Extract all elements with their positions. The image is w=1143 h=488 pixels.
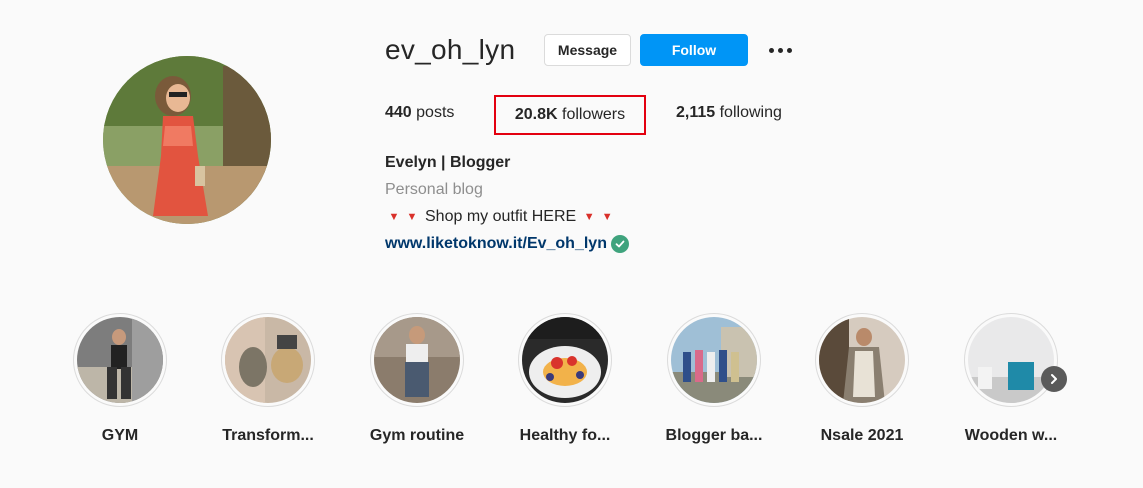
highlight-transform[interactable]: Transform... xyxy=(193,313,343,445)
highlight-ring xyxy=(815,313,909,407)
highlight-label: Healthy fo... xyxy=(519,427,611,444)
verified-badge-icon xyxy=(610,235,629,253)
highlight-cover xyxy=(225,317,311,403)
highlight-ring xyxy=(518,313,612,407)
followers-count: 20.8K xyxy=(514,106,558,123)
following-label: following xyxy=(719,104,782,121)
highlight-ring xyxy=(370,313,464,407)
highlight-label: GYM xyxy=(101,427,139,444)
following-count: 2,115 xyxy=(676,104,716,121)
profile-page: ev_oh_lyn Message Follow 440 posts 20.8K… xyxy=(0,0,1143,488)
more-dot xyxy=(786,47,792,53)
follow-button[interactable]: Follow xyxy=(640,34,748,66)
following-stat[interactable]: 2,115 following xyxy=(676,104,782,122)
highlight-label: Transform... xyxy=(222,427,314,444)
highlight-ring xyxy=(221,313,315,407)
chevron-right-icon[interactable] xyxy=(1041,366,1067,392)
highlight-cover xyxy=(819,317,905,403)
highlight-cover xyxy=(77,317,163,403)
highlight-nsale-2021[interactable]: Nsale 2021 xyxy=(787,313,937,445)
red-triangle-icon: ▼ xyxy=(601,211,613,223)
red-triangle-icon: ▼ xyxy=(583,211,595,223)
highlight-cover xyxy=(522,317,608,403)
red-triangle-icon: ▼ xyxy=(388,211,400,223)
red-triangle-icon: ▼ xyxy=(406,211,418,223)
highlight-ring xyxy=(73,313,167,407)
more-dot xyxy=(768,47,774,53)
posts-label: posts xyxy=(416,104,455,121)
highlight-label: Nsale 2021 xyxy=(820,427,904,444)
posts-stat: 440 posts xyxy=(385,104,454,122)
followers-label: followers xyxy=(562,106,626,123)
avatar-photo xyxy=(103,56,271,224)
posts-count: 440 xyxy=(385,104,412,121)
more-dot xyxy=(777,47,783,53)
highlight-ring xyxy=(667,313,761,407)
more-options-icon[interactable] xyxy=(764,38,796,62)
highlight-cover xyxy=(671,317,757,403)
highlight-blogger[interactable]: Blogger ba... xyxy=(639,313,789,445)
highlight-cover xyxy=(968,317,1054,403)
bio-category: Personal blog xyxy=(385,181,483,198)
bio-name: Evelyn | Blogger xyxy=(385,154,511,171)
message-button[interactable]: Message xyxy=(544,34,631,66)
profile-avatar[interactable] xyxy=(103,56,271,224)
profile-username: ev_oh_lyn xyxy=(385,34,516,65)
bio-text-line: ▼ ▼ Shop my outfit HERE ▼ ▼ xyxy=(385,208,616,226)
bio-text: Shop my outfit HERE xyxy=(425,208,577,225)
highlight-label: Gym routine xyxy=(369,427,465,444)
highlight-label: Blogger ba... xyxy=(665,427,763,444)
highlight-label: Wooden w... xyxy=(964,427,1058,444)
bio-link-text: www.liketoknow.it/Ev_oh_lyn xyxy=(385,235,607,252)
highlight-gym-routine[interactable]: Gym routine xyxy=(342,313,492,445)
highlight-cover xyxy=(374,317,460,403)
highlight-gym[interactable]: GYM xyxy=(45,313,195,445)
highlight-healthy-food[interactable]: Healthy fo... xyxy=(490,313,640,445)
bio-link[interactable]: www.liketoknow.it/Ev_oh_lyn xyxy=(385,235,629,253)
followers-stat[interactable]: 20.8K followers xyxy=(494,95,646,135)
highlight-ring xyxy=(964,313,1058,407)
